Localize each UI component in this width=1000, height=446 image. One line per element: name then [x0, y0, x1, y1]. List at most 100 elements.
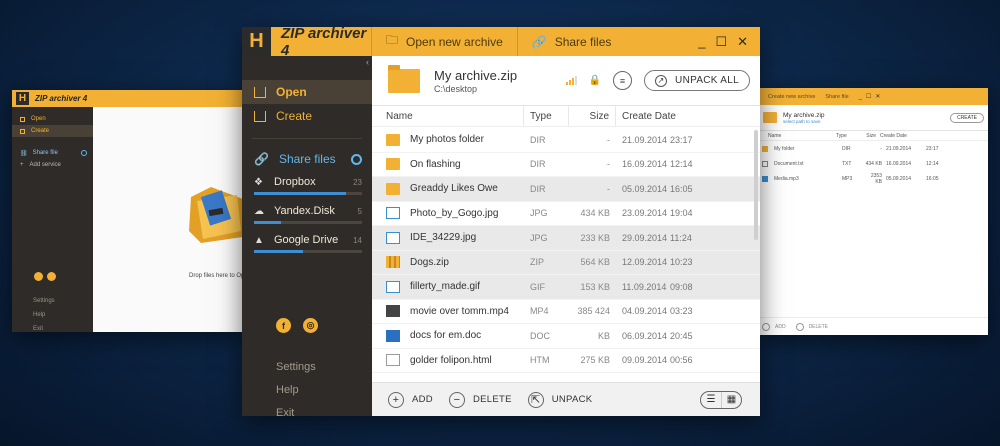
- globe-icon[interactable]: [47, 272, 56, 281]
- column-create-date[interactable]: Create Date: [616, 106, 676, 126]
- right-footer: ADD DELETE: [758, 317, 988, 335]
- service-yandex-disk[interactable]: ☁ Yandex.Disk 5: [242, 203, 372, 224]
- right-col-date[interactable]: Create Date: [880, 133, 920, 139]
- column-type[interactable]: Type: [524, 106, 569, 126]
- left-nav-open[interactable]: Open: [12, 113, 93, 125]
- settings-link[interactable]: Settings: [276, 356, 316, 379]
- file-name-cell: movie over tomm.mp4: [372, 305, 524, 318]
- link-icon: 🔗: [254, 152, 269, 166]
- left-share-file[interactable]: ⛓ Share file: [12, 147, 93, 159]
- left-settings-link[interactable]: Settings: [33, 294, 55, 308]
- file-row[interactable]: fillerty_made.gif GIF 153 KB 11.09.2014 09:0…: [372, 275, 760, 300]
- unpack-all-button[interactable]: ↗ UNPACK ALL: [644, 70, 750, 91]
- service-google-drive[interactable]: ▲ Google Drive 14: [242, 232, 372, 253]
- right-file-name: Media.mp3: [774, 175, 799, 182]
- right-file-row[interactable]: My folder DIR - 21.09.2014 23:17: [758, 141, 988, 156]
- sidebar-share-files[interactable]: 🔗 Share files: [242, 147, 372, 171]
- column-name[interactable]: Name: [372, 106, 524, 126]
- right-create-archive-button[interactable]: Create new archive: [768, 94, 815, 100]
- add-icon[interactable]: [762, 322, 770, 331]
- right-titlebar: Create new archive Share file _☐✕: [758, 88, 988, 105]
- audio-icon: [762, 175, 768, 182]
- open-new-archive-button[interactable]: 🗀 Open new archive: [386, 31, 503, 52]
- left-help-link[interactable]: Help: [33, 308, 55, 322]
- file-row[interactable]: Photo_by_Gogo.jpg JPG 434 KB 23.09.2014 19:0…: [372, 202, 760, 226]
- file-row[interactable]: Dogs.zip ZIP 564 KB 12.09.2014 10:23: [372, 250, 760, 275]
- background-window-left: H ZIP archiver 4 Open Create ⛓ Share fil…: [12, 90, 248, 332]
- lock-icon[interactable]: 🔒: [589, 75, 601, 86]
- right-file-date: 05.09.2014: [886, 175, 912, 182]
- yandex-disk-icon: ☁: [254, 205, 264, 217]
- dropbox-icon: ❖: [254, 176, 263, 188]
- service-count: 14: [353, 235, 362, 245]
- sidebar-item-create[interactable]: Create: [242, 104, 372, 128]
- file-type: DIR: [530, 134, 546, 145]
- right-create-button[interactable]: CREATE: [950, 112, 984, 123]
- right-add-label[interactable]: ADD: [775, 324, 786, 330]
- file-row[interactable]: golder folipon.html HTM 275 KB 09.09.2014 00…: [372, 349, 760, 373]
- delete-button[interactable]: − DELETE: [448, 391, 512, 408]
- right-archive-path[interactable]: select path to save: [783, 119, 825, 124]
- folder-icon: 🗀: [386, 33, 399, 47]
- right-column-header: Name Type Size Create Date: [758, 131, 988, 141]
- unpack-icon: ⇱: [527, 391, 544, 408]
- archive-info-button[interactable]: ≡: [613, 71, 633, 90]
- right-file-row[interactable]: Document.txt TXT 434 KB 16.09.2014 12:14: [758, 156, 988, 171]
- grid-view-icon[interactable]: ▦: [721, 391, 741, 408]
- right-archive-name[interactable]: My archive.zip: [783, 112, 825, 119]
- minimize-icon[interactable]: _: [698, 34, 705, 50]
- service-dropbox[interactable]: ❖ Dropbox 23: [242, 174, 372, 195]
- file-date: 11.09.2014: [622, 281, 667, 292]
- collapse-chevron-icon[interactable]: ‹: [366, 57, 369, 67]
- exit-link[interactable]: Exit: [276, 402, 316, 416]
- open-icon: [20, 116, 25, 122]
- file-row[interactable]: On flashing DIR - 16.09.2014 12:14: [372, 153, 760, 177]
- file-size: -: [607, 134, 610, 145]
- maximize-icon[interactable]: ☐: [715, 34, 727, 50]
- right-file-date: 21.09.2014: [886, 145, 912, 152]
- storage-bar-fill: [254, 250, 303, 253]
- close-icon[interactable]: ✕: [737, 34, 748, 50]
- file-type: ZIP: [530, 257, 545, 268]
- scrollbar[interactable]: [754, 130, 758, 240]
- sidebar-item-open[interactable]: Open: [242, 80, 372, 104]
- right-col-size[interactable]: Size: [858, 133, 880, 139]
- right-file-row[interactable]: Media.mp3 MP3 2353 KB 05.09.2014 16:05: [758, 171, 988, 186]
- unpack-button[interactable]: ⇱ UNPACK: [527, 391, 593, 408]
- column-size[interactable]: Size: [569, 106, 616, 126]
- file-row[interactable]: IDE_34229.jpg JPG 233 KB 29.09.2014 11:24: [372, 226, 760, 251]
- help-link[interactable]: Help: [276, 379, 316, 402]
- file-name: IDE_34229.jpg: [410, 232, 477, 244]
- right-col-type[interactable]: Type: [836, 133, 858, 139]
- left-add-service[interactable]: + Add service: [12, 159, 93, 171]
- file-date: 05.09.2014: [622, 183, 668, 194]
- left-drop-area[interactable]: Drop files here to Ope: [93, 107, 248, 332]
- folder-file-icon: [386, 133, 400, 146]
- file-row[interactable]: My photos folder DIR - 21.09.2014 23:17: [372, 128, 760, 153]
- file-row[interactable]: docs for em.doc DOC KB 06.09.2014 20:45: [372, 324, 760, 349]
- right-share-file-button[interactable]: Share file: [825, 94, 848, 100]
- file-row[interactable]: Greaddy Likes Owe DIR - 05.09.2014 16:05: [372, 177, 760, 202]
- globe-icon[interactable]: ◎: [303, 318, 318, 333]
- right-file-time: 12:14: [926, 160, 939, 167]
- add-button[interactable]: + ADD: [388, 391, 433, 408]
- list-view-icon[interactable]: ☰: [701, 392, 721, 408]
- left-nav-create[interactable]: Create: [12, 125, 93, 137]
- facebook-icon[interactable]: [34, 272, 43, 281]
- right-window-controls[interactable]: _☐✕: [859, 93, 885, 100]
- file-name-cell: Dogs.zip: [372, 256, 524, 269]
- left-exit-link[interactable]: Exit: [33, 322, 55, 332]
- storage-bar-fill: [254, 221, 281, 224]
- sidebar-divider: [252, 138, 362, 139]
- file-row[interactable]: movie over tomm.mp4 MP4 385 424 04.09.2014 0…: [372, 300, 760, 324]
- minus-icon: −: [448, 391, 465, 408]
- storage-bar: [254, 250, 362, 253]
- share-files-button[interactable]: 🔗 Share files: [532, 35, 612, 49]
- right-col-name[interactable]: Name: [758, 133, 836, 139]
- right-delete-label[interactable]: DELETE: [809, 324, 828, 330]
- video-file-icon: [386, 305, 400, 318]
- delete-icon[interactable]: [795, 322, 804, 331]
- plus-icon: +: [388, 391, 404, 408]
- facebook-icon[interactable]: f: [276, 318, 291, 333]
- right-file-type: MP3: [842, 175, 853, 182]
